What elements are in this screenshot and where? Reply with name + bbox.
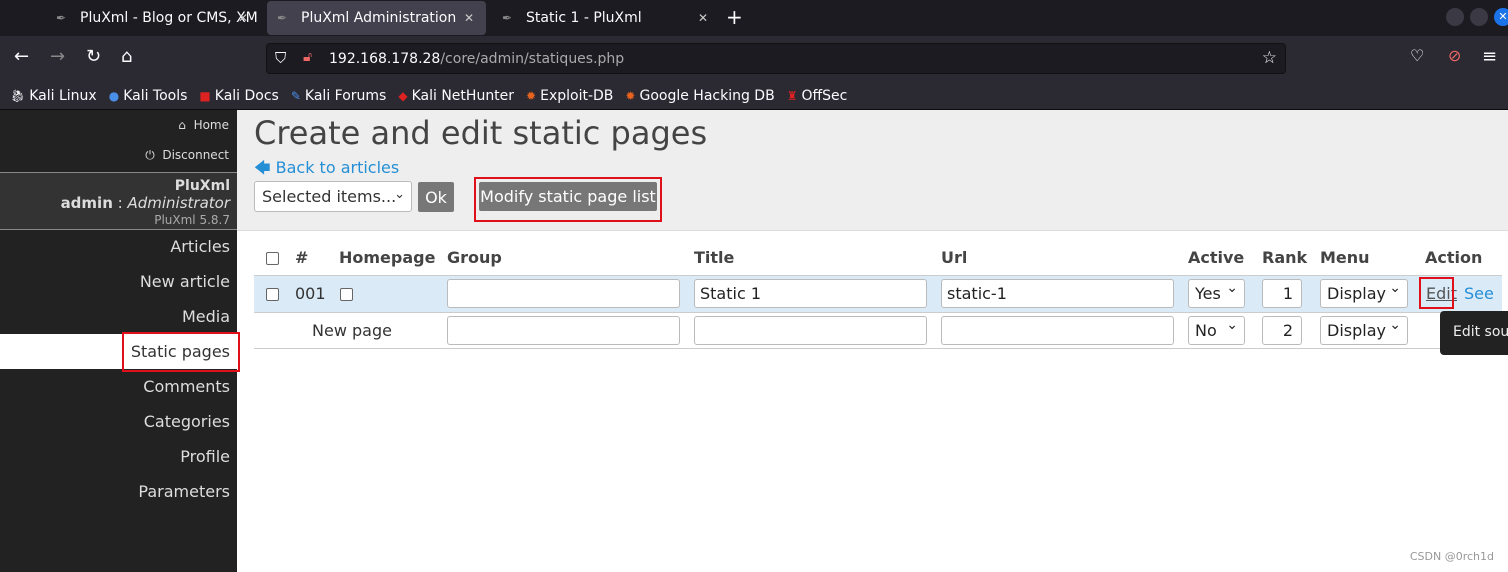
pocket-icon[interactable]: ♡ — [1410, 46, 1424, 65]
sidebar-item-media[interactable]: Media — [0, 299, 237, 334]
nethunter-icon: ◆ — [398, 88, 408, 103]
reload-icon[interactable]: ↻ — [86, 46, 101, 67]
favicon-icon: ✒ — [56, 11, 67, 25]
kali-docs-icon: ■ — [199, 88, 211, 103]
url-input[interactable]: static-1 — [941, 279, 1174, 308]
highlight-box — [122, 332, 240, 372]
bookmark-exploit-db[interactable]: ✹ Exploit-DB — [526, 88, 613, 104]
column-header-active: Active — [1188, 248, 1245, 267]
column-header-url: Url — [941, 248, 968, 267]
active-select[interactable]: Yes — [1188, 279, 1245, 308]
kali-forums-icon: ✎ — [290, 88, 301, 103]
column-header-rank: Rank — [1262, 248, 1308, 267]
sidebar-item-categories[interactable]: Categories — [0, 404, 237, 439]
new-tab-button[interactable]: + — [726, 5, 743, 29]
bookmark-kali-forums[interactable]: ✎ Kali Forums — [291, 88, 387, 104]
home-link[interactable]: ⌂ Home — [178, 118, 229, 132]
bookmarks-bar: 🐉︎ Kali Linux ● Kali Tools ■ Kali Docs ✎ Kal… — [0, 82, 1508, 110]
watermark: CSDN @0rch1d — [1409, 550, 1494, 563]
see-link[interactable]: See — [1464, 284, 1494, 303]
highlight-box — [1419, 277, 1454, 309]
menu-select[interactable]: Display — [1320, 279, 1408, 308]
home-icon: ⌂ — [178, 118, 186, 132]
page-title: Create and edit static pages — [254, 114, 708, 152]
tab-pluxml-blog[interactable]: ✒ PluXml - Blog or CMS, XM ✕ — [46, 1, 260, 35]
forward-icon[interactable]: → — [50, 46, 65, 67]
close-tab-icon[interactable]: ✕ — [464, 11, 474, 25]
arrow-left-icon: 🡄 — [254, 158, 271, 177]
column-header-title: Title — [694, 248, 735, 267]
disconnect-link[interactable]: ⏻ Disconnect — [145, 148, 229, 163]
logout-icon: ⏻ — [145, 148, 155, 162]
close-tab-icon[interactable]: ✕ — [698, 11, 708, 25]
sidebar-item-comments[interactable]: Comments — [0, 369, 237, 404]
sidebar-item-articles[interactable]: Articles — [0, 229, 237, 264]
chevron-down-icon: ⌄ — [394, 187, 405, 202]
tab-bar: ✒ PluXml - Blog or CMS, XM ✕ ✒ PluXml Admin… — [0, 0, 1508, 36]
close-tab-icon[interactable]: ✕ — [238, 11, 248, 25]
sidebar: ⌂ Home ⏻ Disconnect PluXml admin : Admin… — [0, 110, 240, 572]
new-url-input[interactable] — [941, 316, 1174, 345]
back-to-articles-link[interactable]: 🡄 Back to articles — [254, 157, 399, 184]
new-active-select[interactable]: No — [1188, 316, 1245, 345]
column-header-action: Action — [1425, 248, 1483, 267]
bookmark-offsec[interactable]: ♜ OffSec — [787, 88, 848, 104]
ghdb-icon: ✹ — [625, 88, 636, 103]
new-title-input[interactable] — [694, 316, 927, 345]
new-menu-select[interactable]: Display — [1320, 316, 1408, 345]
group-input[interactable] — [447, 279, 680, 308]
column-header-group: Group — [447, 248, 502, 267]
bookmark-kali-docs[interactable]: ■ Kali Docs — [199, 88, 278, 104]
insecure-lock-icon: 🔓︎ — [303, 49, 313, 65]
url-bar[interactable]: ⛉ 🔓︎ 192.168.178.28/core/admin/statiques… — [266, 43, 1286, 74]
maximize-button[interactable] — [1470, 8, 1488, 26]
title-input[interactable]: Static 1 — [694, 279, 927, 308]
row-id: 001 — [295, 284, 326, 303]
page-header: Create and edit static pages 🡄 Back to a… — [237, 110, 1508, 231]
new-rank-input[interactable]: 2 — [1262, 316, 1302, 345]
favicon-icon: ✒ — [502, 11, 513, 25]
sidebar-item-profile[interactable]: Profile — [0, 439, 237, 474]
bookmark-kali-nethunter[interactable]: ◆ Kali NetHunter — [398, 88, 514, 104]
user-info: PluXml admin : Administrator PluXml 5.8.… — [0, 172, 237, 230]
ok-button[interactable]: Ok — [418, 182, 454, 212]
sidebar-item-parameters[interactable]: Parameters — [0, 474, 237, 509]
column-header-menu: Menu — [1320, 248, 1370, 267]
minimize-button[interactable] — [1446, 8, 1464, 26]
extension-icon[interactable]: ⊘ — [1448, 46, 1461, 65]
new-page-label: New page — [312, 321, 392, 340]
bookmark-kali-tools[interactable]: ● Kali Tools — [109, 88, 188, 104]
bulk-action-select[interactable]: Selected items... ⌄ — [254, 181, 412, 212]
shield-icon: ⛉ — [275, 49, 287, 67]
homepage-checkbox[interactable] — [340, 288, 353, 301]
kali-icon: 🐉︎ — [10, 88, 26, 103]
bookmark-star-icon[interactable]: ☆ — [1262, 48, 1277, 68]
bookmark-google-hacking-db[interactable]: ✹ Google Hacking DB — [625, 88, 774, 104]
row-checkbox[interactable] — [266, 288, 279, 301]
rank-input[interactable]: 1 — [1262, 279, 1302, 308]
home-icon[interactable]: ⌂ — [121, 46, 132, 67]
bookmark-kali-linux[interactable]: 🐉︎ Kali Linux — [10, 88, 97, 104]
sidebar-item-new-article[interactable]: New article — [0, 264, 237, 299]
tab-pluxml-admin[interactable]: ✒ PluXml Administration ✕ — [267, 1, 486, 35]
back-icon[interactable]: ← — [14, 46, 29, 67]
highlight-box — [474, 177, 662, 222]
menu-icon[interactable]: ≡ — [1482, 46, 1497, 67]
select-all-checkbox[interactable] — [266, 252, 279, 265]
offsec-icon: ♜ — [786, 88, 798, 103]
tab-static-1[interactable]: ✒ Static 1 - PluXml ✕ — [492, 1, 720, 35]
favicon-icon: ✒ — [277, 11, 288, 25]
column-header-homepage: Homepage — [339, 248, 436, 267]
tooltip: Edit sour — [1440, 311, 1508, 355]
column-header-number: # — [295, 248, 309, 267]
close-window-button[interactable]: ✕ — [1494, 8, 1508, 26]
exploit-db-icon: ✹ — [526, 88, 537, 103]
new-group-input[interactable] — [447, 316, 680, 345]
kali-tools-icon: ● — [108, 88, 120, 103]
